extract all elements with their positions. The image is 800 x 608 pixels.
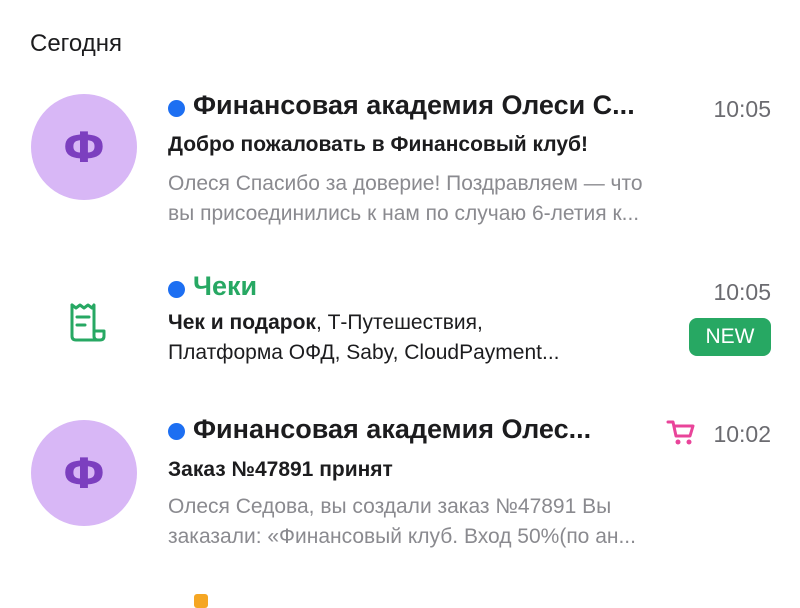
receipt-summary-bold: Чек и подарок: [168, 311, 316, 334]
email-item-receipts[interactable]: Чеки 10:05 Чек и подарок, Т-Путешествия,…: [0, 268, 800, 378]
email-subject: Заказ №47891 принят: [168, 458, 393, 481]
email-preview-line: заказали: «Финансовый клуб. Вход 50%(по …: [168, 525, 636, 548]
cart-icon: [666, 420, 695, 445]
avatar-letter: Ф: [63, 448, 105, 498]
receipt-summary-line: Платформа ОФД, Saby, CloudPayment...: [168, 341, 560, 364]
avatar: Ф: [31, 94, 137, 200]
unread-dot: [168, 100, 185, 117]
email-time: 10:05: [713, 96, 771, 122]
email-time: 10:02: [713, 421, 771, 447]
email-preview-line: вы присоединились к нам по случаю 6-лети…: [168, 202, 640, 225]
unread-dot: [168, 423, 185, 440]
new-badge: NEW: [689, 318, 771, 356]
section-title-today: Сегодня: [30, 30, 122, 57]
email-preview-line: Олеся Седова, вы создали заказ №47891 Вы: [168, 495, 612, 518]
email-sender: Финансовая академия Олес...: [193, 414, 592, 444]
next-item-peek: [194, 594, 208, 608]
email-preview-line: Олеся Спасибо за доверие! Поздравляем — …: [168, 172, 643, 195]
email-time: 10:05: [713, 279, 771, 305]
avatar-letter: Ф: [63, 122, 105, 172]
email-preview: Олеся Седова, вы создали заказ №47891 Вы…: [168, 492, 768, 552]
receipt-icon: [70, 303, 106, 342]
email-sender: Финансовая академия Олеси С...: [193, 90, 635, 120]
receipt-summary: Чек и подарок, Т-Путешествия, Платформа …: [168, 308, 668, 368]
email-item[interactable]: Ф Финансовая академия Олес... 10:02 Зака…: [0, 412, 800, 562]
avatar: Ф: [31, 420, 137, 526]
email-sender: Чеки: [193, 271, 258, 301]
email-item[interactable]: Ф Финансовая академия Олеси С... 10:05 Д…: [0, 88, 800, 238]
unread-dot: [168, 281, 185, 298]
receipt-summary-rest: , Т-Путешествия,: [315, 311, 483, 334]
email-preview: Олеся Спасибо за доверие! Поздравляем — …: [168, 169, 768, 229]
email-subject: Добро пожаловать в Финансовый клуб!: [168, 133, 588, 156]
